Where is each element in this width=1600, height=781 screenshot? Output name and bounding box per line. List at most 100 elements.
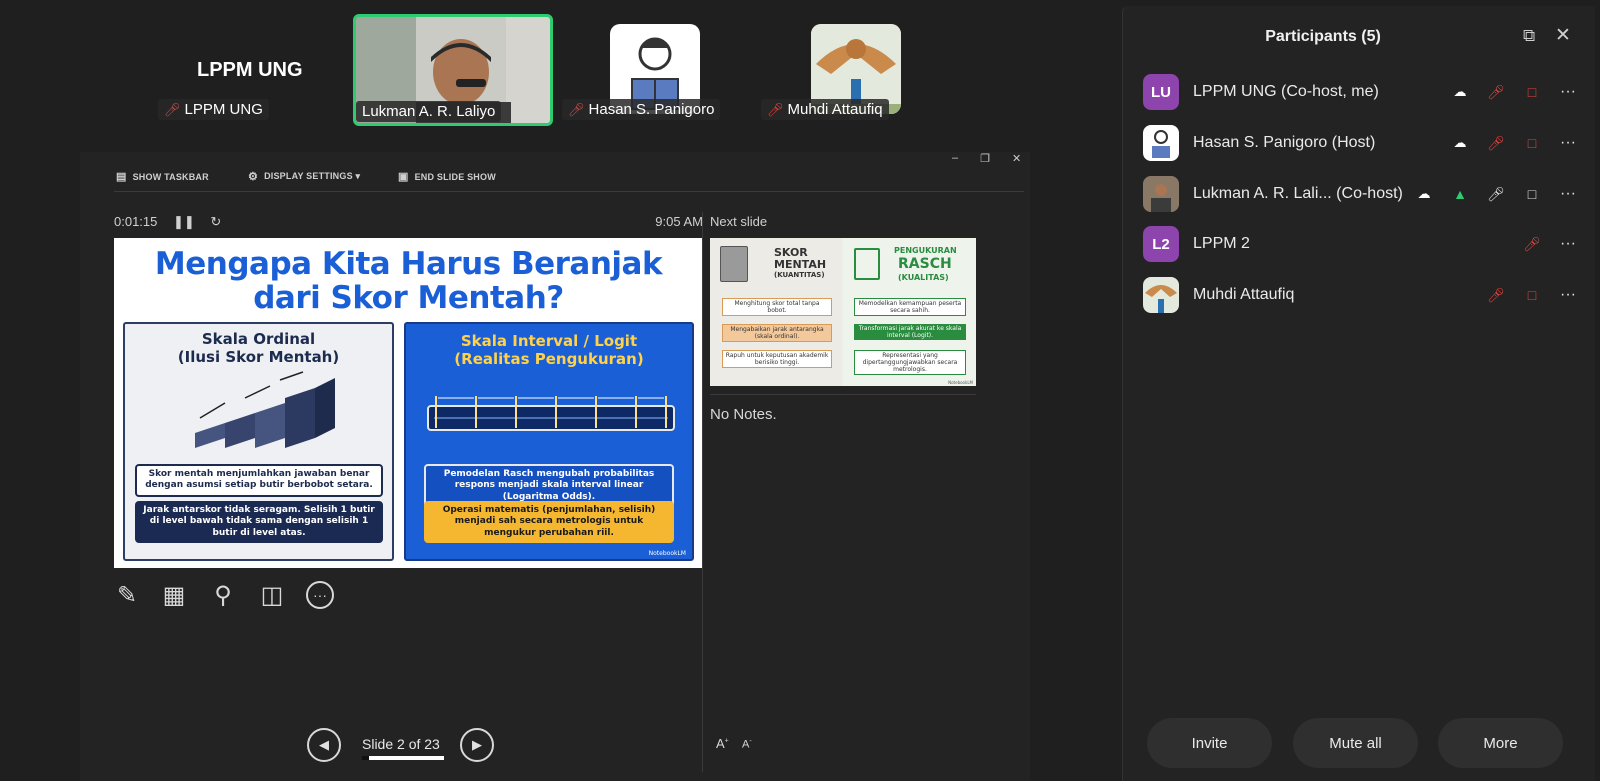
right-panel: Skala Interval / Logit (Realitas Penguku… [404, 322, 694, 561]
participant-icons: 🎤︎ ··· [1522, 234, 1578, 254]
slide-footer: NotebookLM [648, 550, 686, 557]
left-heading1: Skala Ordinal [201, 330, 316, 348]
close-icon[interactable]: ✕ [1012, 152, 1021, 165]
next-left-half: SKOR MENTAH (KUANTITAS) Menghitung skor … [710, 238, 842, 386]
more-icon[interactable]: ··· [1558, 133, 1578, 153]
next-left-b3: Rapuh untuk keputusan akademik berisiko … [722, 350, 832, 368]
screen-share-icon: ▲ [1453, 186, 1467, 202]
mic-off-icon: 🎤︎ [164, 101, 181, 117]
mic-on-icon[interactable]: 🎤︎ [1486, 184, 1506, 204]
notes-text: No Notes. [710, 406, 777, 423]
tile-name-hasan: 🎤︎ Hasan S. Panigoro [562, 99, 721, 120]
chevron-right-icon: ▶ [472, 737, 482, 752]
more-icon[interactable]: ··· [1558, 234, 1578, 254]
more-button[interactable]: More [1438, 718, 1563, 768]
next-slide-button[interactable]: ▶ [460, 728, 494, 762]
close-icon[interactable]: ✕ [1555, 24, 1571, 47]
next-right-b2: Transformasi jarak akurat ke skala inter… [854, 324, 966, 340]
video-off-icon[interactable]: □ [1522, 82, 1542, 102]
previous-slide-button[interactable]: ◀ [307, 728, 341, 762]
left-box1: Skor mentah menjumlahkan jawaban benar d… [135, 464, 383, 497]
participant-icons: ☁ 🎤︎ □ ··· [1450, 82, 1578, 102]
participant-name: LPPM UNG (Co-host, me) [1193, 83, 1379, 100]
mic-off-icon: 🎤︎ [767, 101, 784, 117]
next-right-title2: RASCH [898, 256, 952, 272]
more-icon[interactable]: ··· [1558, 285, 1578, 305]
participant-row[interactable]: LU LPPM UNG (Co-host, me) ☁ 🎤︎ □ ··· [1143, 72, 1588, 112]
caliper-icon [854, 248, 880, 280]
participant-name: Hasan S. Panigoro (Host) [1193, 134, 1376, 151]
more-icon[interactable]: ··· [1558, 82, 1578, 102]
slide-title-line2: dari Skor Mentah? [253, 280, 564, 316]
left-box2: Jarak antarskor tidak seragam. Selisih 1… [135, 501, 383, 543]
photo-avatar-icon [1145, 285, 1177, 313]
next-left-b1: Menghitung skor total tanpa bobot. [722, 298, 832, 316]
participant-icons: 🎤︎ □ ··· [1486, 285, 1578, 305]
toolbar-divider [114, 191, 1024, 192]
tile-name-lukman: Lukman A. R. Laliyo [356, 101, 502, 122]
mic-off-icon: 🎤︎ [568, 101, 585, 117]
cloud-recording-icon: ☁ [1417, 186, 1431, 201]
presenter-view: ▤ SHOW TASKBAR ⚙ DISPLAY SETTINGS ▾ ▣ EN… [80, 152, 1030, 781]
right-heading1: Skala Interval / Logit [460, 332, 638, 350]
cloud-recording-icon: ☁ [1453, 84, 1467, 99]
pen-icon[interactable]: ✎ [112, 580, 142, 610]
next-left-b2: Mengabaikan jarak antarangka (skala ordi… [722, 324, 832, 342]
pause-icon[interactable]: ❚❚ [173, 214, 195, 229]
next-slide-footer: NotebookLM [948, 380, 973, 385]
timer: 0:01:15 [114, 214, 158, 229]
pop-out-icon[interactable]: ⧉ [1523, 26, 1535, 46]
video-off-icon[interactable]: □ [1522, 133, 1542, 153]
avatar [1143, 125, 1179, 161]
see-all-slides-icon[interactable]: ▦ [159, 580, 189, 610]
window-controls: – ❐ ✕ [952, 152, 1021, 165]
show-taskbar-button[interactable]: ▤ SHOW TASKBAR [116, 170, 209, 183]
invite-button[interactable]: Invite [1147, 718, 1272, 768]
video-on-icon[interactable]: □ [1522, 184, 1542, 204]
participant-row[interactable]: Hasan S. Panigoro (Host) ☁ 🎤︎ □ ··· [1143, 123, 1588, 163]
avatar [1143, 277, 1179, 313]
restore-icon[interactable]: ❐ [980, 152, 990, 165]
slide-progress-track [362, 756, 444, 760]
participant-row[interactable]: Lukman A. R. Lali... (Co-host) ☁ ▲ 🎤︎ □ … [1143, 174, 1588, 214]
participant-icons: ☁ ▲ 🎤︎ □ ··· [1414, 184, 1578, 204]
avatar: L2 [1143, 226, 1179, 262]
next-slide-thumbnail[interactable]: SKOR MENTAH (KUANTITAS) Menghitung skor … [710, 238, 976, 386]
right-heading2: (Realitas Pengukuran) [454, 350, 644, 368]
mic-off-icon[interactable]: 🎤︎ [1486, 82, 1506, 102]
black-screen-icon[interactable]: ◫ [257, 580, 287, 610]
more-icon[interactable]: ··· [1558, 184, 1578, 204]
photo-avatar-icon [1143, 176, 1179, 212]
participant-row[interactable]: Muhdi Attaufiq 🎤︎ □ ··· [1143, 275, 1588, 315]
restart-icon[interactable]: ↻ [210, 214, 221, 229]
zoom-icon[interactable]: ⚲ [208, 580, 238, 610]
font-increase-icon[interactable]: A+ [716, 736, 729, 751]
notes-divider [710, 394, 976, 395]
slide-counter[interactable]: Slide 2 of 23 [362, 736, 440, 752]
end-slide-show-button[interactable]: ▣ END SLIDE SHOW [398, 170, 496, 183]
next-right-half: PENGUKURAN RASCH (KUALITAS) Memodelkan k… [844, 238, 976, 386]
display-settings-button[interactable]: ⚙ DISPLAY SETTINGS ▾ [248, 170, 360, 183]
mute-all-button[interactable]: Mute all [1293, 718, 1418, 768]
next-right-b3: Representasi yang dipertanggungjawabkan … [854, 350, 966, 375]
slide-progress-fill [362, 756, 370, 760]
panel-divider [702, 212, 703, 772]
participants-panel: Participants (5) ⧉ ✕ LU LPPM UNG (Co-hos… [1122, 6, 1595, 781]
participant-row[interactable]: L2 LPPM 2 🎤︎ ··· [1143, 224, 1588, 264]
cloud-recording-icon: ☁ [1453, 135, 1467, 150]
more-options-icon[interactable]: ··· [305, 580, 335, 610]
mic-off-icon[interactable]: 🎤︎ [1522, 234, 1542, 254]
participants-title: Participants (5) [1265, 28, 1381, 45]
mic-off-icon[interactable]: 🎤︎ [1486, 133, 1506, 153]
video-off-icon[interactable]: □ [1522, 285, 1542, 305]
clock: 9:05 AM [655, 214, 703, 229]
end-show-icon: ▣ [398, 171, 409, 183]
timer-row: 0:01:15 ❚❚ ↻ 9:05 AM [114, 214, 703, 230]
next-left-title3: (KUANTITAS) [774, 271, 825, 279]
display-icon: ⚙ [248, 171, 259, 183]
next-right-title3: (KUALITAS) [898, 273, 949, 282]
minimize-icon[interactable]: – [952, 152, 958, 165]
next-right-title1: PENGUKURAN [894, 246, 957, 255]
mic-off-icon[interactable]: 🎤︎ [1486, 285, 1506, 305]
font-decrease-icon[interactable]: A- [742, 738, 752, 751]
